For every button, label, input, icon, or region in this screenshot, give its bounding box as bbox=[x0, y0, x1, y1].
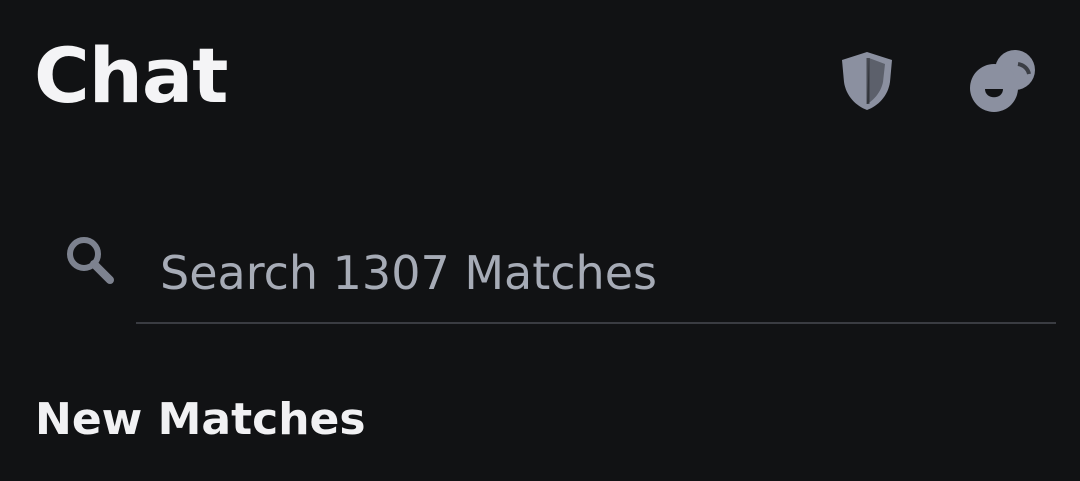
safety-shield-button[interactable] bbox=[832, 48, 902, 114]
new-matches-heading: New Matches bbox=[35, 394, 366, 445]
chat-options-button[interactable] bbox=[962, 44, 1042, 118]
page-title: Chat bbox=[34, 31, 228, 120]
search-icon bbox=[62, 232, 118, 288]
search-input[interactable] bbox=[136, 224, 1056, 324]
shield-icon bbox=[842, 52, 892, 110]
chat-bubbles-icon bbox=[970, 50, 1035, 112]
